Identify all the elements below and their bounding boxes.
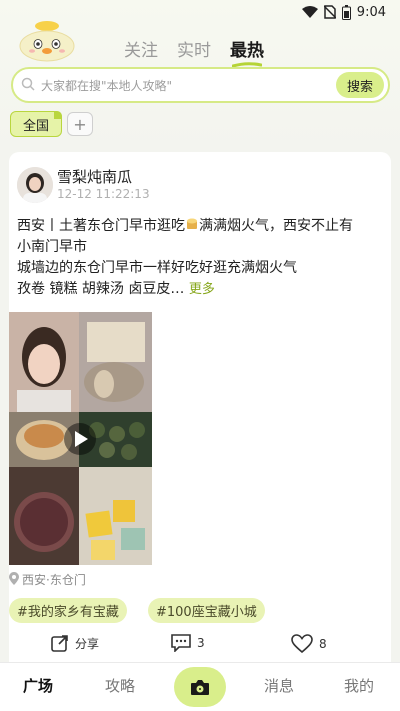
tab-following[interactable]: 关注 — [124, 36, 158, 61]
share-icon — [51, 635, 68, 652]
post-body[interactable]: 西安丨土著东仓门早市逛吃 满满烟火气，西安不止有 小南门早市 城墙边的东仓门早市一… — [17, 216, 383, 300]
more-link[interactable]: 更多 — [189, 282, 215, 297]
camera-icon — [191, 679, 209, 695]
heart-icon — [291, 634, 313, 654]
region-chip-all[interactable]: 全国 — [10, 111, 62, 137]
nav-profile[interactable]: 我的 — [344, 675, 374, 696]
post-username[interactable]: 雪梨炖南瓜 — [57, 166, 132, 187]
search-button[interactable]: 搜索 — [336, 72, 384, 98]
add-region-button[interactable]: + — [67, 112, 93, 136]
post-location[interactable]: 西安·东仓门 — [9, 571, 86, 588]
comment-icon — [171, 634, 191, 652]
selected-corner-mark — [54, 111, 62, 119]
like-button[interactable]: 8 — [291, 634, 327, 654]
location-pin-icon — [9, 571, 19, 588]
search-bar[interactable]: 大家都在搜"本地人攻略" 搜索 — [11, 67, 390, 103]
topic-tag[interactable]: #我的家乡有宝藏 — [9, 598, 127, 623]
battery-icon — [341, 4, 351, 20]
mascot-logo — [18, 18, 76, 62]
avatar[interactable] — [17, 167, 53, 203]
publish-button[interactable] — [174, 667, 226, 707]
comment-button[interactable]: 3 — [171, 634, 205, 652]
search-icon — [21, 76, 35, 95]
wifi-icon — [301, 6, 318, 18]
search-placeholder[interactable]: 大家都在搜"本地人攻略" — [41, 77, 336, 94]
share-button[interactable]: 分享 — [51, 634, 99, 652]
bottom-nav: 广场 攻略 消息 我的 — [0, 662, 400, 711]
tab-hottest[interactable]: 最热 — [230, 36, 264, 68]
tab-realtime[interactable]: 实时 — [177, 36, 211, 61]
nav-plaza[interactable]: 广场 — [23, 675, 53, 696]
header-tabs: 关注 实时 最热 — [124, 36, 264, 68]
food-emoji-icon — [185, 218, 199, 234]
topic-tag[interactable]: #100座宝藏小城 — [148, 598, 265, 623]
nav-messages[interactable]: 消息 — [264, 675, 294, 696]
nav-guides[interactable]: 攻略 — [105, 675, 135, 696]
post-timestamp: 12-12 11:22:13 — [57, 187, 150, 201]
post-card[interactable]: 雪梨炖南瓜 12-12 11:22:13 西安丨土著东仓门早市逛吃 满满烟火气，西… — [9, 152, 391, 672]
post-media-collage[interactable] — [9, 312, 152, 565]
no-sim-icon — [323, 5, 336, 19]
status-time: 9:04 — [356, 4, 386, 20]
